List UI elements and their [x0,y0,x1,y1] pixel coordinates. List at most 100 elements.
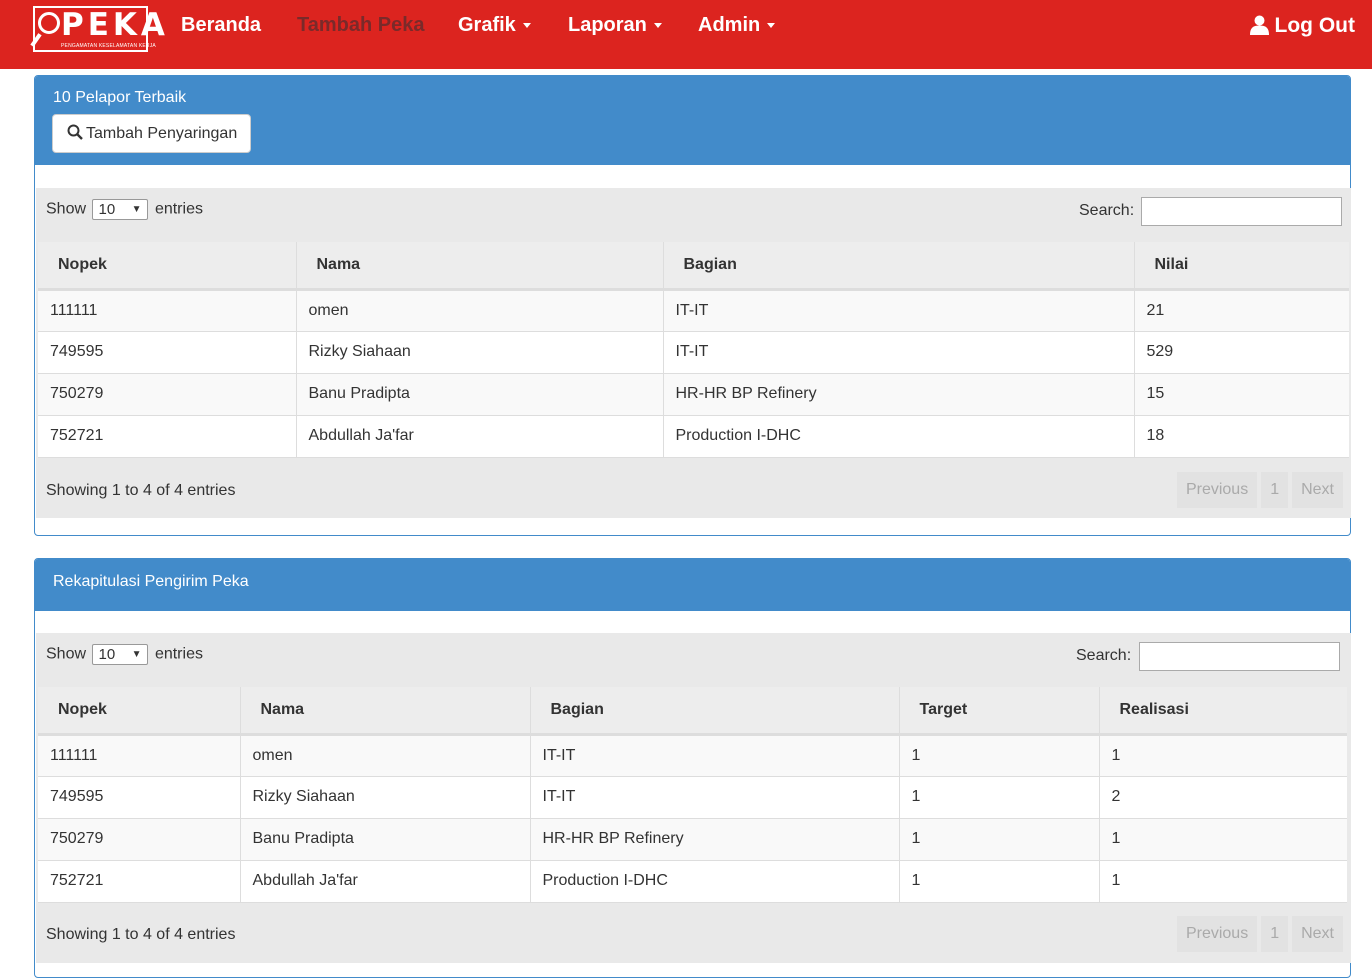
top-reporters-panel: 10 Pelapor Terbaik Tambah Penyaringan Sh… [34,75,1351,536]
entries-select[interactable]: 10 ▼ [92,644,149,665]
previous-button[interactable]: Previous [1176,916,1258,952]
table-info: Showing 1 to 4 of 4 entries [46,926,236,943]
entries-label: entries [154,645,203,663]
dropdown-arrow-icon: ▼ [131,204,142,215]
logo-text: PEKA [61,7,169,43]
nav-grafik[interactable]: Grafik [458,12,531,38]
table-cell: 21 [1134,289,1349,332]
datatable-wrapper: Show 10 ▼ entries Search: Nopek Nama Bagian… [36,188,1351,518]
pagination: Previous 1 Next [1173,916,1343,952]
panel-title: Rekapitulasi Pengirim Peka [53,573,249,590]
table-cell: 111111 [38,734,241,777]
table-row[interactable]: 752721 Abdullah Ja'far Production I-DHC 1 1 [38,860,1347,903]
search-icon [67,124,83,140]
add-filter-button[interactable]: Tambah Penyaringan [52,114,251,153]
panel-header: Rekapitulasi Pengirim Peka [35,559,1350,611]
table-cell: 2 [1099,776,1347,819]
page-1-button[interactable]: 1 [1261,472,1289,508]
table-cell: 1 [1099,734,1347,777]
next-button[interactable]: Next [1292,916,1343,952]
entries-label: entries [154,200,203,218]
column-header[interactable]: Realisasi [1099,687,1347,736]
column-header[interactable]: Target [899,687,1100,736]
table-cell: IT-IT [663,331,1135,374]
datatable-wrapper: Show 10 ▼ entries Search: Nopek Nama Bagian… [36,633,1351,963]
magnifier-logo-icon [38,12,60,34]
table-cell: Abdullah Ja'far [296,415,664,458]
table-cell: 752721 [38,860,241,903]
table-cell: HR-HR BP Refinery [663,373,1135,416]
table-row[interactable]: 750279 Banu Pradipta HR-HR BP Refinery 1 1 [38,818,1347,861]
table-cell: 1 [1099,860,1347,903]
table-cell: IT-IT [530,776,900,819]
table-cell: 1 [899,776,1100,819]
table-info: Showing 1 to 4 of 4 entries [46,482,236,499]
search-input[interactable] [1141,197,1342,226]
table-cell: IT-IT [530,734,900,777]
user-icon [1249,15,1269,35]
entries-length: Show 10 ▼ entries [46,644,203,665]
table-cell: 1 [899,818,1100,861]
logout-link[interactable]: Log Out [1249,12,1355,40]
table-cell: 749595 [38,331,297,374]
search-label: Search: [1076,647,1132,664]
sender-recap-table: Nopek Nama Bagian Target Realisasi 111111 ome… [38,687,1347,903]
table-cell: Abdullah Ja'far [240,860,531,903]
column-header[interactable]: Nama [296,242,664,291]
table-cell: IT-IT [663,289,1135,332]
caret-down-icon [522,23,531,29]
column-header[interactable]: Nilai [1134,242,1349,291]
column-header[interactable]: Bagian [663,242,1135,291]
nav-laporan-label: Laporan [568,14,647,36]
column-header[interactable]: Nopek [38,242,297,291]
table-row[interactable]: 752721 Abdullah Ja'far Production I-DHC 18 [38,415,1349,458]
table-row[interactable]: 749595 Rizky Siahaan IT-IT 529 [38,331,1349,374]
table-cell: 750279 [38,818,241,861]
table-row[interactable]: 111111 omen IT-IT 21 [38,289,1349,332]
table-cell: 750279 [38,373,297,416]
table-cell: 15 [1134,373,1349,416]
table-cell: 529 [1134,331,1349,374]
nav-admin[interactable]: Admin [698,12,776,38]
table-cell: omen [240,734,531,777]
table-cell: Banu Pradipta [296,373,664,416]
pagination: Previous 1 Next [1173,472,1343,508]
logo-subtitle: PENGAMATAN KESELAMATAN KERJA [61,43,156,49]
nav-tambah-peka[interactable]: Tambah Peka [297,12,424,38]
table-cell: Rizky Siahaan [240,776,531,819]
table-row[interactable]: 750279 Banu Pradipta HR-HR BP Refinery 15 [38,373,1349,416]
table-cell: 1 [899,734,1100,777]
navbar: PEKA PENGAMATAN KESELAMATAN KERJA Berand… [0,0,1372,69]
nav-tambah-peka-label: Tambah Peka [297,14,425,36]
table-cell: Production I-DHC [530,860,900,903]
logout-label: Log Out [1274,14,1355,37]
table-row[interactable]: 749595 Rizky Siahaan IT-IT 1 2 [38,776,1347,819]
caret-down-icon [767,23,776,29]
nav-laporan[interactable]: Laporan [568,12,662,38]
table-cell: HR-HR BP Refinery [530,818,900,861]
nav-grafik-label: Grafik [458,14,516,36]
table-cell: 111111 [38,289,297,332]
table-cell: 1 [1099,818,1347,861]
column-header[interactable]: Bagian [530,687,900,736]
magnifier-handle [30,33,42,47]
previous-button[interactable]: Previous [1176,472,1258,508]
caret-down-icon [653,23,662,29]
show-label: Show [46,200,87,218]
entries-value: 10 [98,646,116,663]
next-button[interactable]: Next [1292,472,1343,508]
entries-select[interactable]: 10 ▼ [92,199,149,220]
top-reporters-table: Nopek Nama Bagian Nilai 111111 omen IT-IT 21 74… [38,242,1349,458]
search-input[interactable] [1139,642,1340,671]
add-filter-label: Tambah Penyaringan [86,125,238,142]
dropdown-arrow-icon: ▼ [131,649,142,660]
page-1-button[interactable]: 1 [1261,916,1289,952]
table-cell: omen [296,289,664,332]
peka-logo[interactable]: PEKA PENGAMATAN KESELAMATAN KERJA [30,6,165,52]
nav-admin-label: Admin [698,14,761,36]
column-header[interactable]: Nama [240,687,531,736]
sender-recap-panel: Rekapitulasi Pengirim Peka Show 10 ▼ entr… [34,558,1351,978]
table-row[interactable]: 111111 omen IT-IT 1 1 [38,734,1347,777]
column-header[interactable]: Nopek [38,687,241,736]
nav-beranda[interactable]: Beranda [181,12,261,38]
